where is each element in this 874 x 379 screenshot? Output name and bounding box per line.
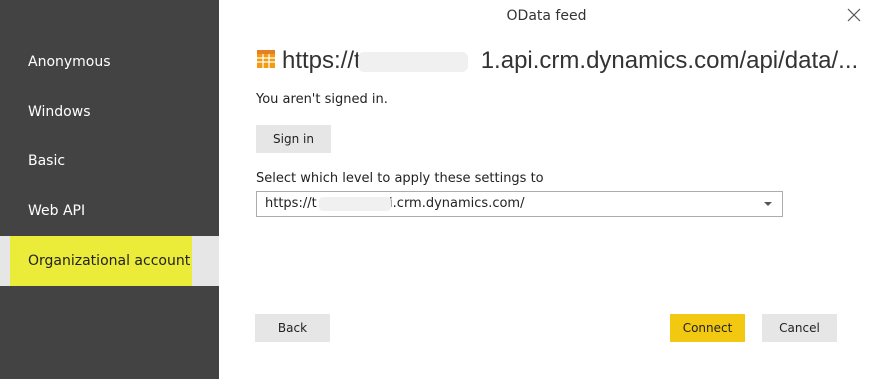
sidebar-item-label: Web API xyxy=(28,203,86,219)
sign-in-status: You aren't signed in. xyxy=(256,92,388,107)
level-select-value: https://t .api.crm.dynamics.com/ xyxy=(265,196,525,211)
sidebar-item-label: Basic xyxy=(28,153,66,169)
redacted-region xyxy=(319,197,391,211)
sidebar-item-windows[interactable]: Windows xyxy=(0,87,219,137)
sidebar-item-anonymous[interactable]: Anonymous xyxy=(0,37,219,87)
level-select[interactable]: https://t .api.crm.dynamics.com/ xyxy=(256,191,783,217)
table-icon xyxy=(256,49,276,69)
sidebar-item-organizational-account[interactable]: Organizational account xyxy=(0,236,219,286)
cancel-button[interactable]: Cancel xyxy=(762,314,837,342)
redacted-region xyxy=(358,52,468,72)
sidebar-item-web-api[interactable]: Web API xyxy=(0,186,219,236)
close-icon[interactable] xyxy=(844,5,864,25)
level-label: Select which level to apply these settin… xyxy=(256,171,544,186)
sidebar-item-label: Windows xyxy=(28,104,91,120)
sidebar-item-label: Organizational account xyxy=(28,253,191,269)
connect-button[interactable]: Connect xyxy=(670,314,745,342)
sidebar-item-label: Anonymous xyxy=(28,54,111,70)
back-button[interactable]: Back xyxy=(255,314,330,342)
odata-feed-dialog: Anonymous Windows Basic Web API Organiza… xyxy=(0,0,874,379)
chevron-down-icon xyxy=(764,202,772,206)
dialog-title: OData feed xyxy=(506,8,587,24)
auth-method-sidebar: Anonymous Windows Basic Web API Organiza… xyxy=(0,0,219,379)
sidebar-item-basic[interactable]: Basic xyxy=(0,136,219,186)
sign-in-button[interactable]: Sign in xyxy=(256,125,331,153)
